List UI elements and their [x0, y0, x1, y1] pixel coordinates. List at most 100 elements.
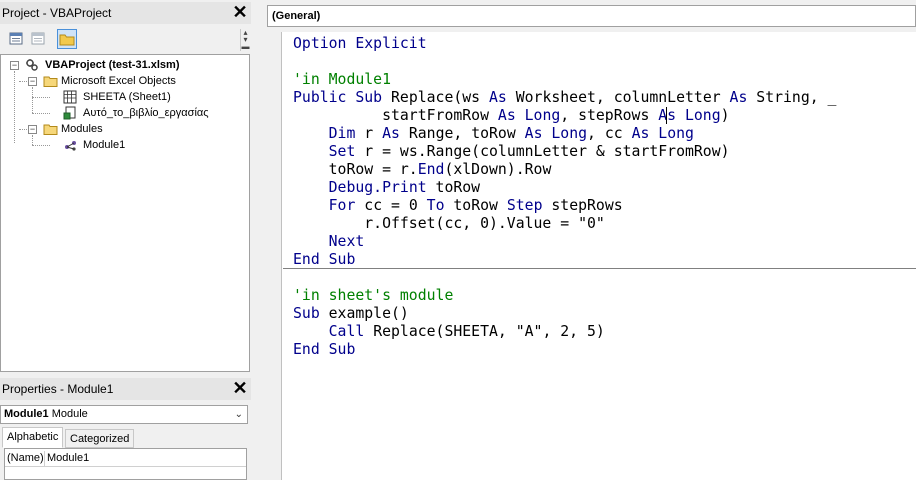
- code-line[interactable]: toRow = r.End(xlDown).Row: [293, 161, 836, 179]
- code-keyword: Next: [328, 233, 365, 250]
- workbook-icon: [63, 106, 77, 120]
- code-text: toRow = r.: [293, 161, 418, 178]
- code-keyword: End Sub: [293, 251, 356, 268]
- code-line[interactable]: Next: [293, 233, 836, 251]
- code-text: r = ws.Range(columnLetter & startFromRow…: [355, 143, 730, 160]
- tree-item-label: Αυτό_το_βιβλίο_εργασίας: [83, 107, 209, 119]
- code-keyword: As Long: [658, 107, 721, 124]
- tree-item-sheeta[interactable]: SHEETA (Sheet1): [1, 89, 249, 105]
- tree-item-thisworkbook[interactable]: Αυτό_το_βιβλίο_εργασίας: [1, 105, 249, 121]
- code-line[interactable]: [293, 53, 836, 71]
- properties-pane-title: Properties - Module1: [2, 382, 114, 396]
- properties-pane-close-icon[interactable]: ✕: [231, 379, 249, 398]
- code-keyword: As Long: [631, 125, 694, 142]
- tree-folder-label: Microsoft Excel Objects: [61, 75, 176, 87]
- tree-root-vbaproject[interactable]: − VBAProject (test-31.xlsm): [1, 57, 249, 73]
- tree-folder-excel-objects[interactable]: − Microsoft Excel Objects: [1, 73, 249, 89]
- code-text: toRow: [426, 179, 481, 196]
- code-window-header: (General): [263, 0, 916, 32]
- tree-folder-modules[interactable]: − Modules: [1, 121, 249, 137]
- code-keyword: For: [328, 197, 356, 214]
- properties-pane-title-bar: Properties - Module1 ✕: [0, 378, 251, 400]
- code-text: startFromRow: [293, 107, 498, 124]
- code-keyword: End: [417, 161, 445, 178]
- code-keyword: As Long: [524, 125, 588, 142]
- procedure-separator: [283, 268, 916, 269]
- properties-object-type: Module: [51, 408, 88, 420]
- code-text: , cc: [587, 125, 632, 142]
- code-editor[interactable]: Option Explicit 'in Module1 Public Sub Rep…: [293, 35, 836, 359]
- code-text: String, _: [747, 89, 837, 106]
- code-keyword: As: [729, 89, 748, 106]
- code-line[interactable]: 'in Module1: [293, 71, 836, 89]
- code-keyword: Debug.Print: [328, 179, 427, 196]
- properties-tabs: Alphabetic Categorized: [0, 427, 250, 448]
- code-line[interactable]: For cc = 0 To toRow Step stepRows: [293, 197, 836, 215]
- project-pane-close-icon[interactable]: ✕: [231, 3, 249, 22]
- chevron-down-icon[interactable]: ⌄: [235, 406, 243, 423]
- code-line[interactable]: r.Offset(cc, 0).Value = "0": [293, 215, 836, 233]
- properties-object-name: Module1: [4, 408, 49, 420]
- tree-folder-label: Modules: [61, 123, 103, 135]
- code-line[interactable]: Set r = ws.Range(columnLetter & startFro…: [293, 143, 836, 161]
- code-keyword: Step: [506, 197, 543, 214]
- code-keyword: As Long: [497, 107, 561, 124]
- tree-root-label: VBAProject (test-31.xlsm): [45, 59, 180, 71]
- code-text: (xlDown).Row: [444, 161, 552, 178]
- code-keyword: As: [382, 125, 400, 142]
- code-line[interactable]: startFromRow As Long, stepRows As Long): [293, 107, 836, 125]
- project-toolbar: ▴ ▾ ▬: [0, 27, 251, 51]
- code-text: toRow: [444, 197, 507, 214]
- code-keyword: Set: [328, 143, 356, 160]
- code-line[interactable]: End Sub: [293, 251, 836, 269]
- code-text: stepRows: [542, 197, 623, 214]
- view-code-icon[interactable]: [6, 29, 26, 49]
- code-keyword: Public Sub: [293, 89, 391, 106]
- tree-item-module1[interactable]: Module1: [1, 137, 249, 153]
- toggle-folders-icon[interactable]: [57, 29, 77, 49]
- vbaproject-icon: [25, 58, 39, 72]
- module-icon: [63, 138, 77, 152]
- properties-grid: (Name) Module1: [4, 448, 247, 480]
- code-line[interactable]: 'in sheet's module: [293, 287, 836, 305]
- code-text: Replace(SHEETA, "A", 2, 5): [364, 323, 605, 340]
- object-select[interactable]: (General): [267, 5, 916, 27]
- code-line[interactable]: Option Explicit: [293, 35, 836, 53]
- code-line[interactable]: Call Replace(SHEETA, "A", 2, 5): [293, 323, 836, 341]
- tab-alphabetic[interactable]: Alphabetic: [2, 427, 64, 448]
- view-object-icon[interactable]: [28, 29, 48, 49]
- code-line[interactable]: Dim r As Range, toRow As Long, cc As Lon…: [293, 125, 836, 143]
- properties-object-select[interactable]: Module1 Module ⌄: [0, 405, 248, 424]
- code-window: (General) Option Explicit 'in Module1 Publ…: [263, 0, 916, 480]
- tree-item-label: SHEETA (Sheet1): [83, 91, 171, 103]
- text-caret: [666, 107, 667, 124]
- property-value[interactable]: Module1: [47, 451, 89, 466]
- property-row[interactable]: (Name) Module1: [5, 451, 246, 467]
- margin-indicator-bar[interactable]: [263, 32, 282, 480]
- code-text: Range, toRow: [399, 125, 525, 142]
- code-text: Worksheet, columnLetter: [506, 89, 730, 106]
- code-line[interactable]: Public Sub Replace(ws As Worksheet, colu…: [293, 89, 836, 107]
- code-keyword: As: [489, 89, 507, 106]
- code-text: Replace(ws: [391, 89, 489, 106]
- property-name: (Name): [7, 451, 45, 466]
- code-comment: 'in Module1: [293, 71, 391, 88]
- collapse-icon[interactable]: −: [28, 125, 37, 134]
- tab-categorized[interactable]: Categorized: [65, 429, 135, 448]
- code-line[interactable]: Sub example(): [293, 305, 836, 323]
- code-line[interactable]: End Sub: [293, 341, 836, 359]
- tree-item-label: Module1: [83, 139, 126, 151]
- project-pane-title-bar: Project - VBAProject ✕: [0, 2, 251, 24]
- code-text: example(): [319, 305, 409, 322]
- collapse-icon[interactable]: −: [10, 61, 19, 70]
- code-keyword: Option Explicit: [293, 35, 427, 52]
- code-line[interactable]: Debug.Print toRow: [293, 179, 836, 197]
- folder-open-icon: [43, 122, 58, 136]
- code-line[interactable]: [293, 269, 836, 287]
- toolbar-scroll-icon[interactable]: ▴ ▾ ▬: [240, 29, 250, 51]
- collapse-icon[interactable]: −: [28, 77, 37, 86]
